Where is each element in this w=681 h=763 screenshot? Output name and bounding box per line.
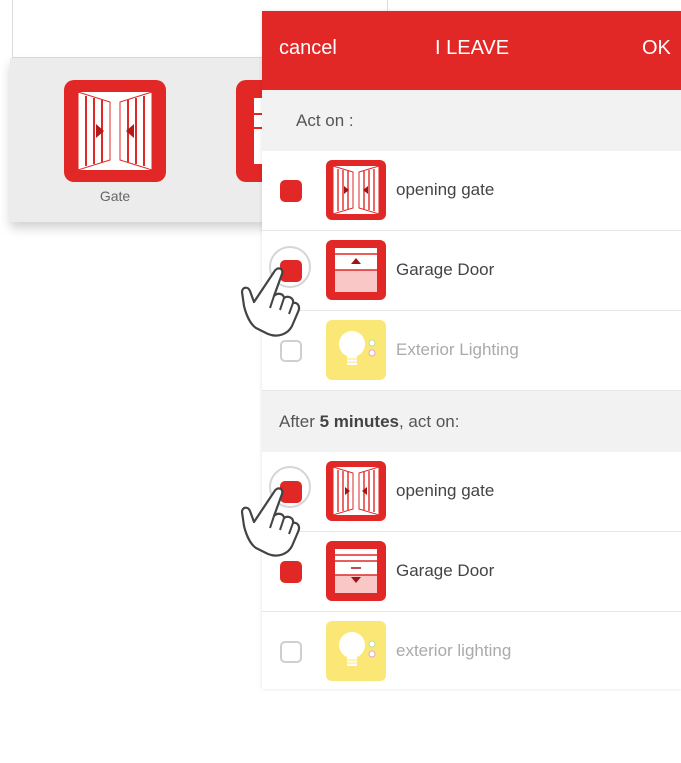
device-name: Garage Door: [396, 260, 495, 279]
garage-door-up-icon: [326, 240, 386, 300]
delay-value: 5 minutes: [319, 412, 399, 431]
after-suffix: , act on:: [398, 412, 460, 431]
garage-door-down-icon: [326, 541, 386, 601]
section-after-delay-label: After 5 minutes, act on:: [279, 412, 459, 432]
checkbox-checked[interactable]: [280, 180, 302, 202]
list-item[interactable]: exterior lighting: [262, 612, 681, 689]
cancel-button[interactable]: cancel: [279, 37, 337, 60]
gate-icon: [326, 160, 386, 220]
list-item[interactable]: opening gate: [262, 151, 681, 231]
pointing-hand-icon: [240, 267, 301, 337]
gate-icon: [64, 80, 166, 182]
device-name: Garage Door: [396, 561, 495, 580]
after-prefix: After: [279, 412, 320, 431]
gate-close-icon: [326, 461, 386, 521]
checkbox-unchecked[interactable]: [280, 641, 302, 663]
gate-tile[interactable]: Gate: [64, 80, 166, 204]
section-act-on: Act on :: [262, 90, 681, 151]
light-bulb-icon: [326, 621, 386, 681]
section-after-delay: After 5 minutes, act on:: [262, 391, 681, 452]
device-name: opening gate: [396, 481, 495, 500]
device-name: opening gate: [396, 180, 495, 199]
section-act-on-label: Act on :: [296, 111, 354, 130]
list-item[interactable]: opening gate: [262, 452, 681, 532]
gate-label: Gate: [99, 188, 131, 204]
i-leave-dialog: cancel I LEAVE OK Act on : opening gate: [262, 11, 681, 689]
checkbox-unchecked[interactable]: [280, 340, 302, 362]
device-name: exterior lighting: [396, 641, 512, 660]
checkbox-checked[interactable]: [280, 561, 302, 583]
list-item[interactable]: Exterior Lighting: [262, 311, 681, 391]
list-item[interactable]: Garage Door: [262, 231, 681, 311]
pointing-hand-icon: [240, 487, 301, 557]
dialog-title: I LEAVE: [435, 37, 510, 59]
list-item[interactable]: Garage Door: [262, 532, 681, 612]
light-bulb-icon: [326, 320, 386, 380]
ok-button[interactable]: OK: [642, 37, 671, 60]
dialog-header: cancel I LEAVE OK: [262, 11, 681, 90]
device-name: Exterior Lighting: [396, 340, 519, 359]
